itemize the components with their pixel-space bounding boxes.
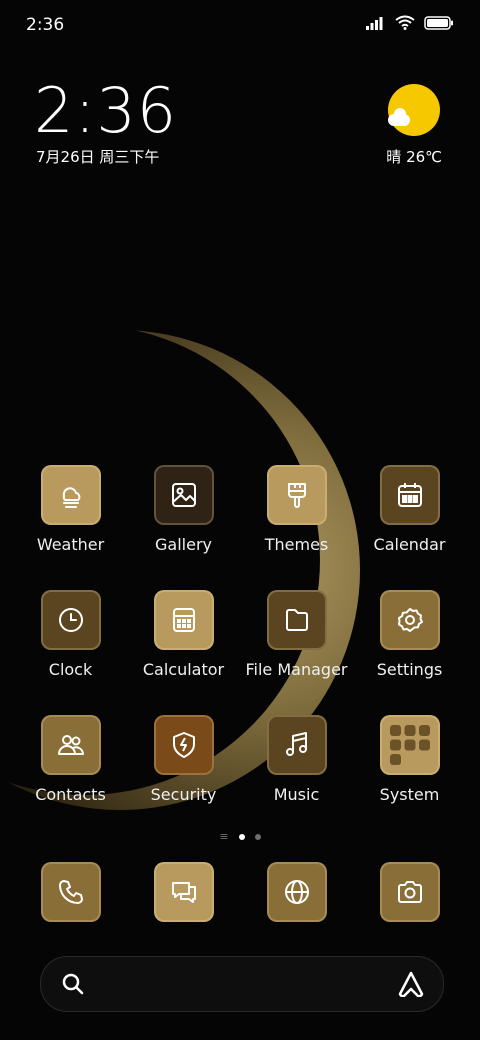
app-label: Weather [36, 535, 105, 554]
app-contacts[interactable]: Contacts [14, 715, 127, 804]
app-file-manager[interactable]: File Manager [240, 590, 353, 679]
app-calendar[interactable]: Calendar [353, 465, 466, 554]
app-label: Clock [48, 660, 93, 679]
weather-widget-text[interactable]: 晴 26℃ [386, 146, 442, 167]
signal-icon [366, 15, 386, 34]
app-settings[interactable]: Settings [353, 590, 466, 679]
dock-browser[interactable] [240, 862, 353, 922]
app-calculator[interactable]: Calculator [127, 590, 240, 679]
dock-camera[interactable] [353, 862, 466, 922]
wifi-icon [395, 15, 415, 34]
image-icon [153, 465, 214, 525]
music-note-icon [266, 715, 327, 775]
app-themes[interactable]: Themes [240, 465, 353, 554]
browser-globe-icon [266, 862, 327, 922]
menu-lines-icon[interactable]: ≡ [219, 830, 228, 843]
clock-widget-date[interactable]: 7月26日 周三下午 [36, 146, 159, 167]
app-system-folder[interactable]: System [353, 715, 466, 804]
folder-grid-icon [379, 715, 440, 775]
weather-widget[interactable] [384, 84, 444, 136]
messages-icon [153, 862, 214, 922]
page-indicator[interactable]: ≡ [0, 830, 480, 843]
app-label: Security [150, 785, 217, 804]
camera-icon [379, 862, 440, 922]
calendar-icon [379, 465, 440, 525]
gear-icon [379, 590, 440, 650]
search-icon[interactable] [61, 972, 85, 1000]
folder-icon [266, 590, 327, 650]
dock-messages[interactable] [127, 862, 240, 922]
status-time: 2:36 [26, 15, 65, 35]
clock-widget-time[interactable]: 2:36 [34, 74, 177, 147]
dock-phone[interactable] [14, 862, 127, 922]
app-weather[interactable]: Weather [14, 465, 127, 554]
sun-cloud-icon [388, 84, 440, 136]
assistant-icon[interactable] [397, 971, 425, 1001]
calculator-icon [153, 590, 214, 650]
app-label: Calendar [373, 535, 446, 554]
weather-fog-icon [40, 465, 101, 525]
clock-icon [40, 590, 101, 650]
page-dot[interactable] [254, 833, 261, 840]
app-gallery[interactable]: Gallery [127, 465, 240, 554]
app-clock[interactable]: Clock [14, 590, 127, 679]
app-security[interactable]: Security [127, 715, 240, 804]
page-dot-active[interactable] [238, 833, 245, 840]
app-label: Calculator [142, 660, 225, 679]
app-label: File Manager [245, 660, 348, 679]
app-label: Settings [376, 660, 443, 679]
search-bar[interactable] [40, 956, 444, 1012]
app-label: Themes [264, 535, 329, 554]
app-label: Music [273, 785, 320, 804]
app-label: Contacts [35, 785, 106, 804]
status-bar: 2:36 [0, 0, 480, 50]
app-label: System [379, 785, 440, 804]
battery-icon [424, 15, 454, 34]
phone-icon [40, 862, 101, 922]
paintbrush-icon [266, 465, 327, 525]
people-icon [40, 715, 101, 775]
app-music[interactable]: Music [240, 715, 353, 804]
app-label: Gallery [155, 535, 212, 554]
shield-bolt-icon [153, 715, 214, 775]
